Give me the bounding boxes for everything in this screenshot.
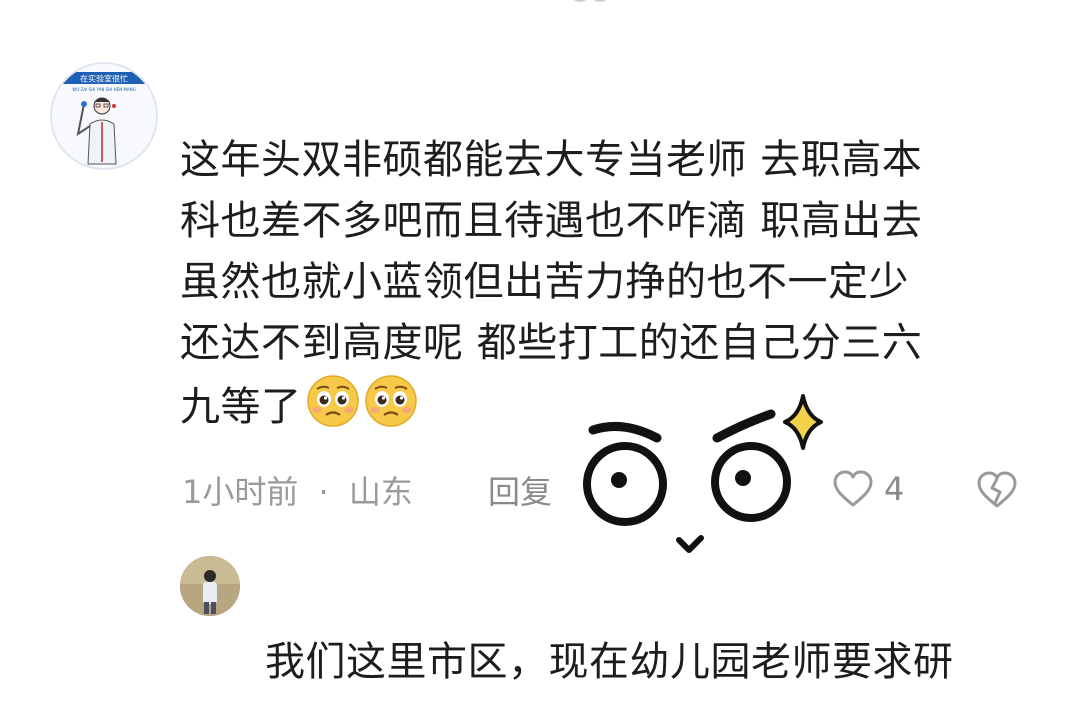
comment-meta: 1小时前 · 山东 [182,468,413,516]
dislike-button[interactable] [976,471,1018,513]
pleading-face-icon [306,375,359,427]
comment-thread: 在实验室很忙 WO ZAI SHI YAN SHI HEN MANG 这年头双非… [0,0,1080,703]
wide-eyed-face-sticker [583,394,823,553]
comment-line: 科也差不多吧而且待遇也不咋滴 职高出去 [180,198,923,244]
comment-line: 虽然也就小蓝领但出苦力挣的也不一定少 [180,259,909,305]
comment-line: 九等了 [180,384,302,430]
reply-body: 我们这里市区，现在幼儿园老师要求研 [265,632,954,693]
heart-icon [833,470,873,507]
comment-line: 这年头双非硕都能去大专当老师 去职高本 [180,137,923,183]
like-button[interactable]: 4 [832,470,904,508]
avatar-text: 在实验室很忙 [80,74,128,84]
broken-heart-icon [977,471,1017,508]
sparkle-icon [783,394,823,450]
avatar-subtext: WO ZAI SHI YAN SHI HEN MANG [72,87,136,92]
like-count: 4 [884,470,905,508]
top-remnant-icon [573,0,607,2]
pleading-face-icon [364,375,417,427]
comment-line: 我们这里市区，现在幼儿园老师要求研 [265,639,954,685]
meta-separator: · [318,473,329,511]
commenter-avatar[interactable] [180,556,240,616]
comment-location: 山东 [348,473,413,511]
reply-button[interactable]: 回复 [488,468,552,516]
comment-line: 还达不到高度呢 都些打工的还自己分三六 [180,320,923,366]
comment-time: 1小时前 [182,473,299,511]
commenter-avatar[interactable]: 在实验室很忙 WO ZAI SHI YAN SHI HEN MANG [50,62,158,170]
